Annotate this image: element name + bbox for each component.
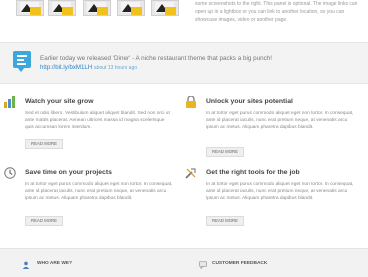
feature-body: In at tortor eget purus commodo aliquet … [25,182,173,201]
feature-body: Sed et odio libero. Vestibulum aliquet a… [25,111,170,130]
feature-title: Watch your site grow [25,98,94,105]
footer-bar: WHO ARE WE? CUSTOMER FEEDBACK [0,248,368,277]
tools-icon [185,168,196,179]
tweet-text: Earlier today we released 'Diner' - A ni… [40,55,273,62]
feature-body: In at tortor eget purus commodo aliquet … [206,182,354,201]
top-gallery-strip: some screenshots to the right. This pane… [0,0,368,30]
twitter-bubble-icon [13,51,31,72]
tweet-time[interactable]: about 13 hours ago [94,65,137,71]
gallery-thumbnail[interactable] [48,0,76,16]
people-icon [22,261,30,269]
feature-title: Save time on your projects [25,169,112,176]
read-more-button[interactable]: READ MORE [206,216,244,226]
gallery-thumbnail[interactable] [151,0,179,16]
feature-title: Get the right tools for the job [206,169,300,176]
latest-tweet: Earlier today we released 'Diner' - A ni… [40,55,272,71]
twitter-bar: Earlier today we released 'Diner' - A ni… [0,42,368,84]
clock-icon [4,167,16,179]
bar-chart-icon [4,96,15,108]
gallery-thumbnail[interactable] [16,0,44,16]
feedback-icon [199,261,207,269]
feature-body: In at tortor eget purus commodo aliquet … [206,111,354,130]
footer-customer-feedback: CUSTOMER FEEDBACK [212,261,268,266]
gallery-description: some screenshots to the right. This pane… [195,1,358,23]
gallery-thumbnail[interactable] [117,0,145,16]
read-more-button[interactable]: READ MORE [25,216,63,226]
lock-icon [186,96,196,108]
tweet-link[interactable]: http://bit.ly/bxM1LH [40,64,92,71]
feature-title: Unlock your sites potential [206,98,293,105]
read-more-button[interactable]: READ MORE [206,147,244,157]
read-more-button[interactable]: READ MORE [25,139,63,149]
gallery-thumbnail[interactable] [83,0,111,16]
footer-who-are-we: WHO ARE WE? [37,261,72,266]
